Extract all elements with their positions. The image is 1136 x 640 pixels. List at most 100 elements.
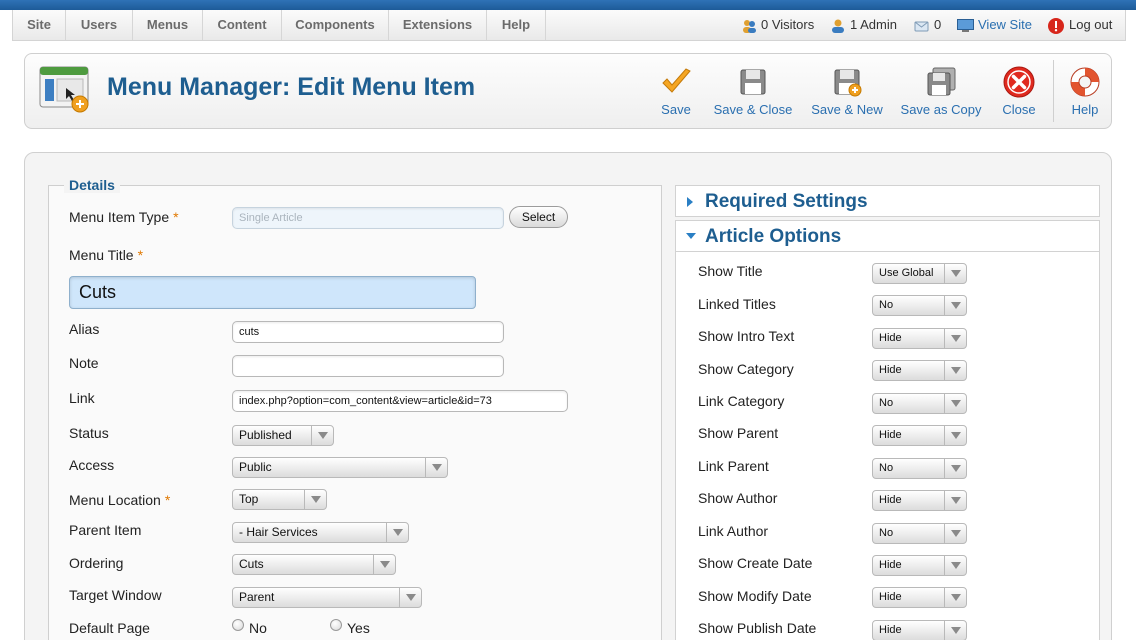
visitors-icon [743, 19, 756, 33]
menu-item-type-label: Menu Item Type * [69, 209, 179, 225]
article-options-panel-header[interactable]: Article Options [675, 220, 1100, 252]
option-value: Hide [879, 559, 902, 571]
default-page-no-radio[interactable] [232, 619, 244, 631]
access-label: Access [69, 457, 115, 473]
option-select[interactable]: Hide [872, 555, 967, 576]
save-as-copy-button[interactable]: Save as Copy [899, 66, 983, 122]
option-label: Show Modify Date [698, 588, 812, 604]
chevron-down-icon [944, 459, 966, 478]
save-new-label: Save & New [811, 102, 883, 117]
option-value: Hide [879, 429, 902, 441]
chevron-down-icon [944, 524, 966, 543]
required-marker: * [173, 209, 179, 225]
chevron-down-icon [944, 621, 966, 640]
option-label: Show Parent [698, 425, 779, 441]
option-label: Link Category [698, 393, 785, 409]
link-input[interactable]: index.php?option=com_content&view=articl… [232, 390, 568, 412]
menu-menus[interactable]: Menus [133, 10, 203, 40]
target-window-select[interactable]: Parent [232, 587, 422, 608]
save-new-button[interactable]: Save & New [807, 66, 887, 122]
alias-input[interactable]: cuts [232, 321, 504, 343]
option-value: No [879, 299, 894, 311]
menu-components[interactable]: Components [282, 10, 389, 40]
close-icon [1003, 66, 1035, 98]
select-type-button[interactable]: Select [509, 206, 568, 228]
note-input[interactable] [232, 355, 504, 377]
toolbar-panel: Menu Manager: Edit Menu Item Save Save &… [24, 53, 1112, 129]
chevron-down-icon [304, 490, 326, 509]
menu-manager-icon [39, 66, 89, 113]
menu-help[interactable]: Help [487, 10, 546, 40]
save-label: Save [661, 102, 691, 117]
link-label: Link [69, 390, 95, 406]
help-button[interactable]: Help [1065, 66, 1105, 122]
menu-users[interactable]: Users [66, 10, 133, 40]
save-new-icon [834, 69, 862, 97]
menu-location-label: Menu Location * [69, 492, 171, 508]
chevron-down-icon [373, 555, 395, 574]
visitors-status: 0 Visitors [741, 10, 814, 40]
option-value: Hide [879, 624, 902, 636]
option-value: Hide [879, 332, 902, 344]
chevron-down-icon [944, 588, 966, 607]
menu-location-select[interactable]: Top [232, 489, 327, 510]
menu-title-label: Menu Title * [69, 247, 144, 263]
view-site-link[interactable]: View Site [957, 10, 1032, 40]
close-button[interactable]: Close [995, 66, 1043, 122]
option-select[interactable]: No [872, 458, 967, 479]
menu-item-type-field: Single Article [232, 207, 504, 229]
messages-status[interactable]: 0 [914, 10, 941, 40]
required-settings-panel-header[interactable]: Required Settings [675, 185, 1100, 217]
required-marker: * [164, 492, 171, 508]
access-select[interactable]: Public [232, 457, 448, 478]
option-label: Link Author [698, 523, 769, 539]
required-marker: * [137, 247, 144, 263]
logout-link[interactable]: Log out [1047, 10, 1112, 40]
chevron-down-icon [311, 426, 333, 445]
page-title: Menu Manager: Edit Menu Item [107, 73, 476, 101]
option-select[interactable]: No [872, 295, 967, 316]
chevron-down-icon [399, 588, 421, 607]
chevron-down-icon [944, 556, 966, 575]
default-page-yes-radio[interactable] [330, 619, 342, 631]
menu-content[interactable]: Content [203, 10, 282, 40]
chevron-down-icon [944, 329, 966, 348]
menu-site[interactable]: Site [13, 10, 66, 40]
article-options-title: Article Options [705, 226, 842, 247]
option-label: Linked Titles [698, 296, 776, 312]
save-copy-icon [927, 67, 956, 96]
triangle-right-icon [687, 197, 693, 207]
help-label: Help [1071, 102, 1099, 117]
monitor-icon [957, 18, 974, 32]
option-select[interactable]: Hide [872, 620, 967, 640]
option-value: No [879, 397, 894, 409]
ordering-select[interactable]: Cuts [232, 554, 396, 575]
status-value: Published [239, 428, 292, 442]
option-select[interactable]: No [872, 393, 967, 414]
menu-location-value: Top [239, 492, 259, 506]
save-button[interactable]: Save [653, 66, 699, 122]
menu-title-input[interactable]: Cuts [69, 276, 476, 309]
admins-status: 1 Admin [830, 10, 897, 40]
option-select[interactable]: Hide [872, 425, 967, 446]
option-select[interactable]: Hide [872, 490, 967, 511]
chevron-down-icon [944, 491, 966, 510]
option-select[interactable]: Hide [872, 328, 967, 349]
parent-item-select[interactable]: - Hair Services [232, 522, 409, 543]
parent-item-value: - Hair Services [239, 525, 318, 539]
admin-user-icon [832, 19, 844, 33]
access-value: Public [239, 460, 272, 474]
option-label: Show Create Date [698, 555, 813, 571]
ordering-label: Ordering [69, 555, 124, 571]
option-select[interactable]: Use Global [872, 263, 967, 284]
menu-extensions[interactable]: Extensions [389, 10, 487, 40]
option-select[interactable]: Hide [872, 360, 967, 381]
option-value: Hide [879, 591, 902, 603]
required-settings-title: Required Settings [705, 191, 868, 212]
view-site-label: View Site [978, 17, 1032, 32]
save-close-button[interactable]: Save & Close [713, 66, 793, 122]
option-select[interactable]: No [872, 523, 967, 544]
option-select[interactable]: Hide [872, 587, 967, 608]
status-select[interactable]: Published [232, 425, 334, 446]
option-value: No [879, 527, 894, 539]
